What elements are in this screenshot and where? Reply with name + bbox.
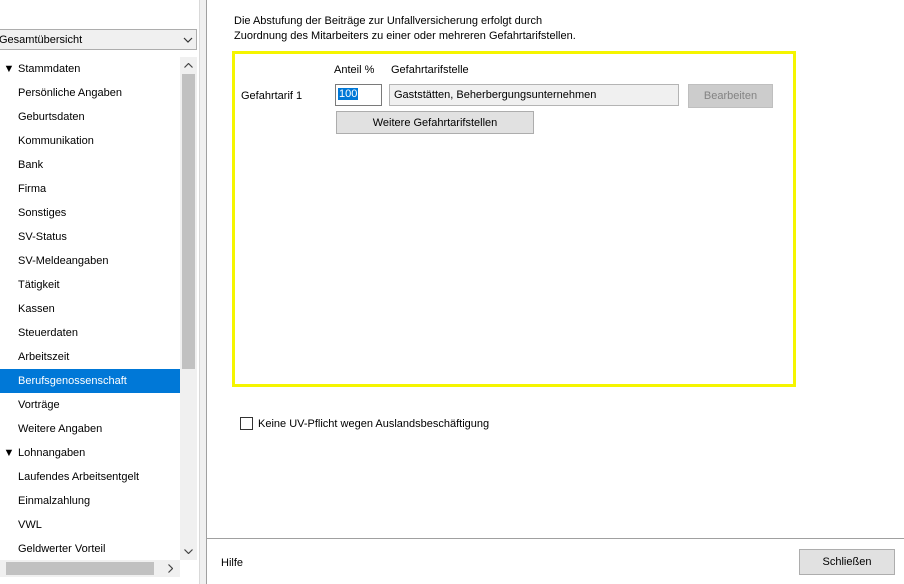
tree-label: Tätigkeit <box>18 279 60 291</box>
share-percent-value: 100 <box>338 88 359 100</box>
tree-item[interactable]: Sonstiges <box>0 201 180 225</box>
tree-label: Kommunikation <box>18 135 94 147</box>
column-header-anteil: Anteil % <box>334 64 375 76</box>
scroll-up-icon[interactable] <box>180 57 197 74</box>
scroll-thumb[interactable] <box>182 74 195 369</box>
tree-horizontal-scrollbar[interactable] <box>0 560 180 577</box>
tree-label: Lohnangaben <box>18 447 86 459</box>
uv-pflicht-checkbox[interactable] <box>240 417 253 430</box>
tree-label: Berufsgenossenschaft <box>18 375 127 387</box>
gefahrtarifstelle-field: Gaststätten, Beherbergungsunternehmen <box>389 84 679 106</box>
tree-item[interactable]: Weitere Angaben <box>0 417 180 441</box>
tree-item[interactable]: Kommunikation <box>0 129 180 153</box>
tree-label: Stammdaten <box>18 63 81 75</box>
intro-line-2: Zuordnung des Mitarbeiters zu einer oder… <box>234 30 576 42</box>
share-percent-input[interactable]: 100 <box>335 84 382 106</box>
tree-label: Geldwerter Vorteil <box>18 543 106 555</box>
tree-item[interactable]: Laufendes Arbeitsentgelt <box>0 465 180 489</box>
chevron-down-icon[interactable] <box>180 30 196 49</box>
tree-label: Weitere Angaben <box>18 423 103 435</box>
tree-item[interactable]: Vorträge <box>0 393 180 417</box>
main-content: Die Abstufung der Beiträge zur Unfallver… <box>207 0 904 584</box>
tree-label: Steuerdaten <box>18 327 78 339</box>
tree-label: SV-Meldeangaben <box>18 255 109 267</box>
tree-item[interactable]: Firma <box>0 177 180 201</box>
view-dropdown[interactable]: Gesamtübersicht <box>0 29 197 50</box>
tree-label: SV-Status <box>18 231 67 243</box>
view-dropdown-value: Gesamtübersicht <box>0 33 83 46</box>
uv-pflicht-label[interactable]: Keine UV-Pflicht wegen Auslandsbeschäfti… <box>258 418 489 430</box>
tree-item[interactable]: Berufsgenossenschaft <box>0 369 180 393</box>
tree-item[interactable]: Bank <box>0 153 180 177</box>
navigation-tree: ▼ Stammdaten Persönliche Angaben Geburtsdat… <box>0 57 180 560</box>
tree-group[interactable]: ▼ Lohnangaben <box>0 441 180 465</box>
footer-divider <box>207 538 904 540</box>
tree-item[interactable]: SV-Meldeangaben <box>0 249 180 273</box>
intro-line-1: Die Abstufung der Beiträge zur Unfallver… <box>234 15 543 27</box>
edit-button[interactable]: Bearbeiten <box>688 84 773 108</box>
gefahrtarif-group: Anteil % Gefahrtarifstelle Gefahrtarif 1… <box>232 51 796 387</box>
tree-vertical-scrollbar[interactable] <box>180 57 197 560</box>
expand-triangle-icon[interactable]: ▼ <box>0 57 18 81</box>
tree-label: Vorträge <box>18 399 60 411</box>
scroll-down-icon[interactable] <box>180 543 197 560</box>
tree-item[interactable]: SV-Status <box>0 225 180 249</box>
tree-item[interactable]: Einmalzahlung <box>0 489 180 513</box>
hscroll-thumb[interactable] <box>6 562 154 575</box>
tree-group[interactable]: ▼ Stammdaten <box>0 57 180 81</box>
help-link[interactable]: Hilfe <box>221 557 243 569</box>
tree-item[interactable]: Tätigkeit <box>0 273 180 297</box>
tree-label: Bank <box>18 159 44 171</box>
tree-item[interactable]: Geldwerter Vorteil <box>0 537 180 560</box>
column-header-gefahrtarifstelle: Gefahrtarifstelle <box>391 64 469 76</box>
tree-label: Firma <box>18 183 47 195</box>
tree-label: Arbeitszeit <box>18 351 70 363</box>
panel-splitter[interactable] <box>199 0 207 584</box>
tree-label: Persönliche Angaben <box>18 87 122 99</box>
tree-item[interactable]: Persönliche Angaben <box>0 81 180 105</box>
tree-label: Sonstiges <box>18 207 67 219</box>
gefahrtarif-row-label: Gefahrtarif 1 <box>241 90 303 102</box>
uv-pflicht-checkbox-row[interactable]: Keine UV-Pflicht wegen Auslandsbeschäfti… <box>240 417 489 430</box>
more-tarifstellen-button[interactable]: Weitere Gefahrtarifstellen <box>336 111 534 134</box>
tree-label: Einmalzahlung <box>18 495 91 507</box>
tree-item[interactable]: VWL <box>0 513 180 537</box>
tree-label: VWL <box>18 519 42 531</box>
tree-label: Geburtsdaten <box>18 111 85 123</box>
close-button[interactable]: Schließen <box>799 549 895 575</box>
tree-item[interactable]: Steuerdaten <box>0 321 180 345</box>
tree-item[interactable]: Geburtsdaten <box>0 105 180 129</box>
intro-text: Die Abstufung der Beiträge zur Unfallver… <box>234 14 794 44</box>
tree-item[interactable]: Kassen <box>0 297 180 321</box>
scroll-right-icon[interactable] <box>162 560 179 577</box>
expand-triangle-icon[interactable]: ▼ <box>0 441 18 465</box>
tree-item[interactable]: Arbeitszeit <box>0 345 180 369</box>
tree-label: Laufendes Arbeitsentgelt <box>18 471 140 483</box>
navigation-panel: Gesamtübersicht ▼ Stammdaten Persönliche A… <box>0 0 199 584</box>
tree-label: Kassen <box>18 303 55 315</box>
